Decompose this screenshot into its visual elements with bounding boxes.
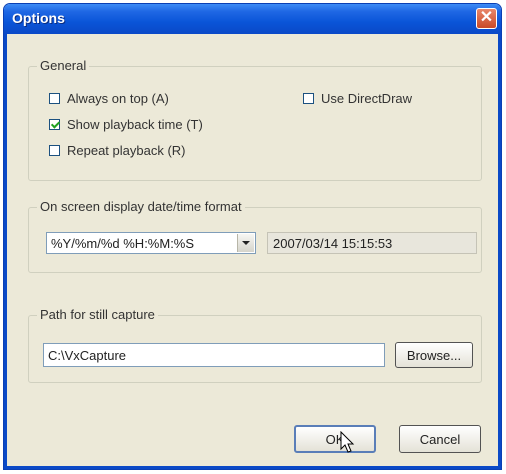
always-on-top-checkbox[interactable]: Always on top (A) bbox=[49, 91, 169, 106]
ok-button[interactable]: OK bbox=[294, 425, 376, 453]
use-directdraw-checkbox[interactable]: Use DirectDraw bbox=[303, 91, 412, 106]
cancel-button[interactable]: Cancel bbox=[399, 425, 481, 453]
datetime-format-combobox[interactable]: %Y/%m/%d %H:%M:%S bbox=[46, 232, 256, 254]
show-playback-time-label: Show playback time (T) bbox=[67, 117, 203, 132]
close-button[interactable]: ✕ bbox=[476, 8, 497, 29]
options-dialog: Options ✕ General Always on top (A) Use … bbox=[3, 3, 502, 470]
general-legend: General bbox=[37, 58, 90, 73]
datetime-preview: 2007/03/14 15:15:53 bbox=[267, 232, 477, 254]
checkbox-box bbox=[49, 93, 60, 104]
window-title: Options bbox=[12, 10, 65, 26]
capture-path-input[interactable] bbox=[43, 343, 385, 367]
chevron-down-icon[interactable] bbox=[237, 234, 254, 252]
capture-path-legend: Path for still capture bbox=[37, 307, 158, 322]
checkbox-box bbox=[49, 145, 60, 156]
browse-button[interactable]: Browse... bbox=[395, 342, 473, 368]
close-icon: ✕ bbox=[479, 9, 494, 26]
general-group: General Always on top (A) Use DirectDraw… bbox=[28, 58, 482, 181]
capture-path-group: Path for still capture Browse... bbox=[28, 307, 482, 383]
use-directdraw-label: Use DirectDraw bbox=[321, 91, 413, 106]
checkbox-box-checked bbox=[49, 119, 60, 130]
repeat-playback-checkbox[interactable]: Repeat playback (R) bbox=[49, 143, 186, 158]
checkbox-box bbox=[303, 93, 314, 104]
show-playback-time-checkbox[interactable]: Show playback time (T) bbox=[49, 117, 203, 132]
always-on-top-label: Always on top (A) bbox=[67, 91, 169, 106]
title-bar[interactable]: Options ✕ bbox=[4, 4, 501, 34]
repeat-playback-label: Repeat playback (R) bbox=[67, 143, 186, 158]
osd-format-group: On screen display date/time format %Y/%m… bbox=[28, 199, 482, 273]
dialog-client-area: General Always on top (A) Use DirectDraw… bbox=[4, 34, 501, 469]
datetime-preview-text: 2007/03/14 15:15:53 bbox=[273, 236, 393, 251]
osd-format-legend: On screen display date/time format bbox=[37, 199, 245, 214]
datetime-format-value: %Y/%m/%d %H:%M:%S bbox=[51, 236, 195, 251]
